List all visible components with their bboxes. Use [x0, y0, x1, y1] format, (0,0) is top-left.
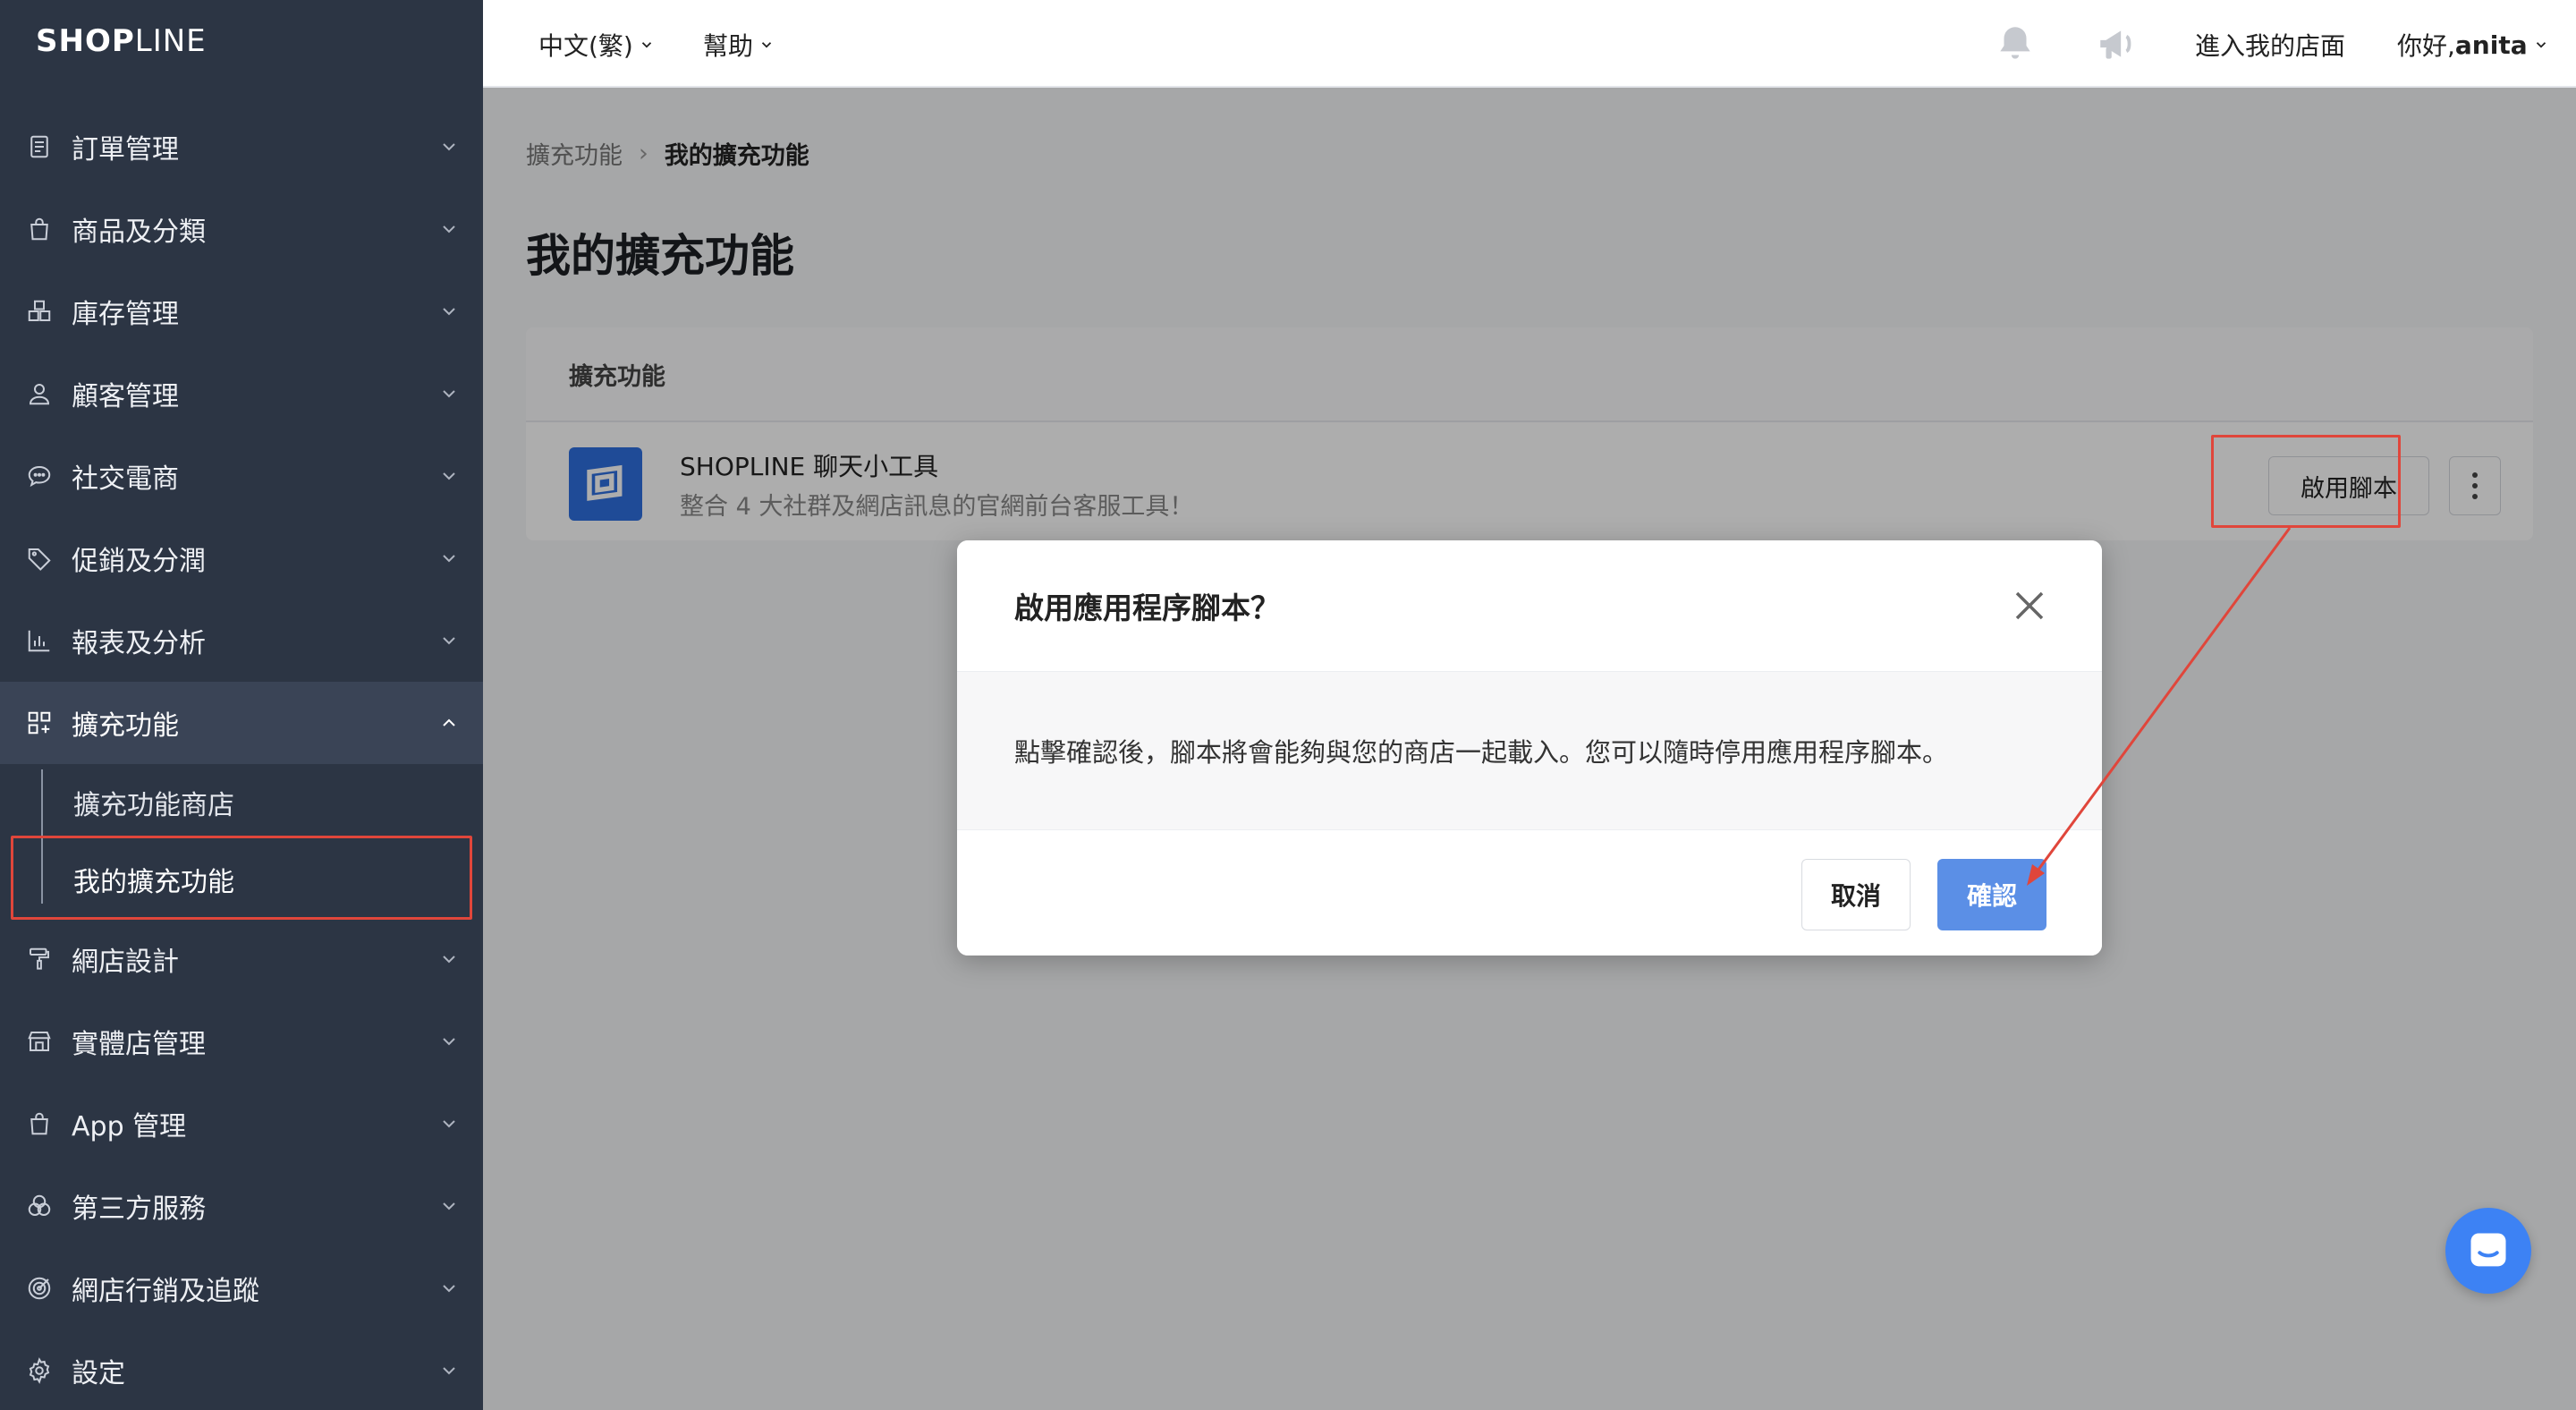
sidebar-item-label: 社交電商	[72, 463, 179, 495]
tag-icon	[25, 544, 54, 573]
chat-icon	[2470, 1233, 2506, 1267]
chevron-down-icon	[443, 637, 455, 645]
sidebar-item-label: App 管理	[72, 1111, 187, 1142]
sidebar-item-label: 第三方服務	[72, 1193, 206, 1225]
sidebar-item-label: 報表及分析	[72, 628, 206, 659]
language-selector[interactable]: 中文(繁)	[538, 27, 655, 63]
sidebar-item-label: 網店行銷及追蹤	[72, 1276, 259, 1307]
sidebar-item-customers[interactable]: 顧客管理	[0, 352, 483, 435]
sidebar-item-label: 商品及分類	[72, 217, 206, 248]
sidebar-item-label: 顧客管理	[72, 381, 179, 412]
megaphone-icon[interactable]	[2095, 21, 2140, 66]
sidebar-item-label: 設定	[72, 1358, 125, 1389]
chevron-down-icon	[641, 42, 651, 48]
sidebar-item-social-commerce[interactable]: 社交電商	[0, 435, 483, 517]
sidebar-item-reports[interactable]: 報表及分析	[0, 599, 483, 682]
chevron-down-icon	[443, 308, 455, 316]
sidebar-item-apps[interactable]: 擴充功能	[0, 682, 483, 764]
dialog-title: 啟用應用程序腳本？	[957, 540, 2102, 671]
chevron-down-icon	[443, 1120, 455, 1128]
help-menu[interactable]: 幫助	[703, 27, 775, 63]
confirm-button[interactable]: 確認	[1937, 859, 2046, 930]
store-icon	[25, 1027, 54, 1056]
greeting-text: 你好,	[2397, 31, 2455, 61]
chevron-down-icon	[443, 1202, 455, 1210]
chevron-up-icon	[443, 718, 455, 726]
chevron-down-icon	[2536, 42, 2546, 48]
chevron-down-icon	[443, 1367, 455, 1375]
support-chat-button[interactable]	[2445, 1208, 2531, 1294]
gear-icon	[25, 1356, 54, 1385]
sidebar-item-products[interactable]: 商品及分類	[0, 188, 483, 270]
receipt-icon	[25, 132, 54, 161]
sidebar-item-label: 訂單管理	[72, 134, 179, 166]
annotation-highlight-enable-button	[2211, 435, 2401, 528]
bar-chart-icon	[25, 626, 54, 655]
chevron-down-icon	[443, 1285, 455, 1293]
boxes-icon	[25, 297, 54, 326]
chat-bubble-icon	[25, 462, 54, 490]
cancel-button[interactable]: 取消	[1801, 859, 1911, 930]
sidebar-menu: 訂單管理 商品及分類 庫存管理 顧客管理 社交電商 促銷及分潤 報表及分析 擴充…	[0, 106, 483, 1410]
chevron-down-icon	[443, 555, 455, 563]
sidebar-item-label: 網店設計	[72, 947, 179, 978]
chevron-down-icon	[443, 143, 455, 151]
circles-icon	[25, 1192, 54, 1220]
sidebar: SHOPLINE 訂單管理 商品及分類 庫存管理 顧客管理 社交電商 促銷及分潤…	[0, 0, 483, 1410]
user-icon	[25, 379, 54, 408]
sidebar-item-inventory[interactable]: 庫存管理	[0, 270, 483, 352]
chevron-down-icon	[443, 390, 455, 398]
chevron-down-icon	[443, 225, 455, 234]
sidebar-item-retail-stores[interactable]: 實體店管理	[0, 1000, 483, 1083]
help-label: 幫助	[703, 31, 754, 61]
sidebar-item-third-party[interactable]: 第三方服務	[0, 1165, 483, 1247]
sidebar-item-settings[interactable]: 設定	[0, 1329, 483, 1410]
visit-store-link[interactable]: 進入我的店面	[2195, 27, 2345, 63]
language-label: 中文(繁)	[538, 31, 633, 61]
sidebar-item-orders[interactable]: 訂單管理	[0, 106, 483, 188]
shopping-bag-icon	[25, 1109, 54, 1138]
sidebar-item-store-design[interactable]: 網店設計	[0, 918, 483, 1000]
sidebar-item-app-management[interactable]: App 管理	[0, 1083, 483, 1165]
sidebar-item-label: 實體店管理	[72, 1029, 206, 1060]
shopline-logo[interactable]: SHOPLINE	[36, 23, 207, 59]
sidebar-item-label: 擴充功能	[72, 710, 179, 742]
user-menu[interactable]: 你好, anita	[2397, 27, 2549, 63]
chevron-down-icon	[443, 956, 455, 964]
sidebar-item-label: 庫存管理	[72, 299, 179, 330]
username: anita	[2454, 30, 2528, 60]
close-icon[interactable]	[2011, 587, 2048, 624]
chevron-down-icon	[761, 42, 772, 48]
topbar: 中文(繁) 幫助 進入我的店面 你好, anita	[483, 0, 2576, 88]
enable-script-dialog: 啟用應用程序腳本？ 點擊確認後，腳本將會能夠與您的商店一起載入。您可以隨時停用應…	[957, 540, 2102, 956]
target-icon	[25, 1274, 54, 1303]
paint-roller-icon	[25, 945, 54, 973]
chevron-down-icon	[443, 1038, 455, 1046]
chevron-down-icon	[443, 472, 455, 480]
apps-grid-icon	[25, 709, 54, 737]
annotation-highlight-my-apps	[11, 836, 472, 920]
sidebar-item-marketing[interactable]: 網店行銷及追蹤	[0, 1247, 483, 1329]
sidebar-item-label: 促銷及分潤	[72, 546, 206, 577]
submenu-item-app-store[interactable]: 擴充功能商店	[0, 764, 483, 841]
dialog-message: 點擊確認後，腳本將會能夠與您的商店一起載入。您可以隨時停用應用程序腳本。	[957, 671, 2102, 830]
bell-icon[interactable]	[1993, 21, 2038, 66]
dialog-footer: 取消 確認	[957, 830, 2102, 956]
shopping-bag-icon	[25, 215, 54, 243]
sidebar-item-promotions[interactable]: 促銷及分潤	[0, 517, 483, 599]
